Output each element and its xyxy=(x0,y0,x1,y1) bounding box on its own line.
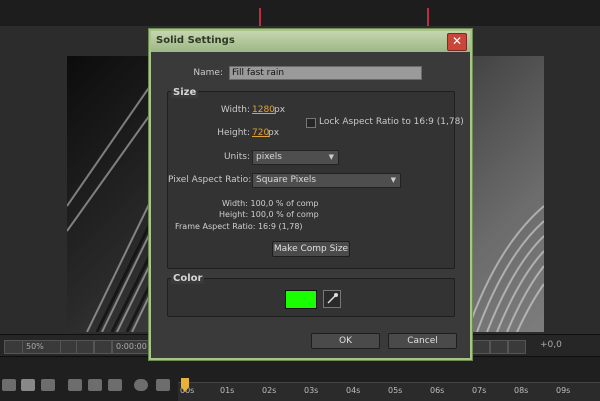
draft-3d-icon[interactable] xyxy=(41,379,55,391)
width-unit: px xyxy=(274,105,286,115)
close-button[interactable]: ✕ xyxy=(447,33,467,51)
width-value[interactable]: 1280 xyxy=(252,105,275,115)
always-preview-icon[interactable] xyxy=(4,340,24,354)
name-label: Name: xyxy=(193,68,223,78)
graph-editor-icon[interactable] xyxy=(156,379,170,391)
height-unit: px xyxy=(268,128,280,138)
units-label: Units: xyxy=(223,152,250,162)
eyedropper-button[interactable] xyxy=(323,290,341,308)
time-ruler[interactable]: 00s 01s 02s 03s 04s 05s 06s 07s 08s 09s xyxy=(178,382,600,401)
pixel-aspect-select[interactable]: Square Pixels ▼ xyxy=(252,173,401,188)
dialog-title: Solid Settings xyxy=(156,35,235,46)
lock-aspect-checkbox[interactable] xyxy=(306,118,316,128)
dialog-titlebar[interactable]: Solid Settings xyxy=(151,31,470,52)
composition-tab-strip xyxy=(0,0,600,28)
exposure-value[interactable]: +0,0 xyxy=(540,340,562,350)
color-swatch[interactable] xyxy=(285,290,317,309)
height-value[interactable]: 720 xyxy=(252,128,269,138)
live-update-icon[interactable] xyxy=(21,379,35,391)
size-group-title: Size xyxy=(171,87,199,98)
mask-visibility-icon[interactable] xyxy=(94,340,112,354)
ruler-tick: 08s xyxy=(514,386,529,395)
frame-blending-icon[interactable] xyxy=(88,379,102,391)
hide-shy-layers-icon[interactable] xyxy=(68,379,82,391)
ruler-tick: 05s xyxy=(388,386,403,395)
current-time-field[interactable]: 0:00:00 xyxy=(112,340,154,354)
info-width: Width: 100,0 % of comp xyxy=(222,199,319,208)
eyedropper-icon xyxy=(327,293,338,304)
ruler-tick: 01s xyxy=(220,386,235,395)
make-comp-size-button[interactable]: Make Comp Size xyxy=(272,241,350,257)
flowchart-icon[interactable] xyxy=(508,340,526,354)
ruler-tick: 04s xyxy=(346,386,361,395)
close-icon: ✕ xyxy=(451,34,463,48)
info-frame-aspect: Frame Aspect Ratio: 16:9 (1,78) xyxy=(175,222,303,231)
cancel-button[interactable]: Cancel xyxy=(388,333,457,349)
color-group: Color xyxy=(167,273,455,317)
ok-button[interactable]: OK xyxy=(311,333,380,349)
brainstorm-icon[interactable] xyxy=(134,379,148,391)
playhead-icon[interactable] xyxy=(181,378,189,392)
ruler-tick: 06s xyxy=(430,386,445,395)
solid-settings-dialog: Solid Settings ✕ Name: Fill fast rain Si… xyxy=(149,29,472,360)
ruler-tick: 03s xyxy=(304,386,319,395)
name-field[interactable]: Fill fast rain xyxy=(229,66,422,80)
size-group: Size Width: 1280 px Height: 720 px Lock … xyxy=(167,87,464,269)
color-group-title: Color xyxy=(171,273,205,284)
pixel-aspect-label: Pixel Aspect Ratio: xyxy=(168,175,252,185)
info-height: Height: 100,0 % of comp xyxy=(219,210,319,219)
grid-icon[interactable] xyxy=(76,340,94,354)
width-label: Width: xyxy=(220,105,250,115)
ruler-tick: 02s xyxy=(262,386,277,395)
units-select[interactable]: pixels ▼ xyxy=(252,150,339,165)
chevron-down-icon: ▼ xyxy=(328,153,334,161)
ruler-tick: 07s xyxy=(472,386,487,395)
lock-aspect-label: Lock Aspect Ratio to 16:9 (1,78) xyxy=(319,117,464,127)
ruler-tick: 09s xyxy=(556,386,571,395)
comp-marker-icon[interactable] xyxy=(2,379,16,391)
show-snapshot-icon[interactable] xyxy=(490,340,508,354)
motion-blur-icon[interactable] xyxy=(108,379,122,391)
snapshot-icon[interactable] xyxy=(472,340,490,354)
work-area-marker xyxy=(427,8,429,28)
work-area-marker xyxy=(259,8,261,28)
chevron-down-icon: ▼ xyxy=(390,176,396,184)
zoom-select[interactable]: 50% xyxy=(22,340,62,354)
height-label: Height: xyxy=(217,128,250,138)
